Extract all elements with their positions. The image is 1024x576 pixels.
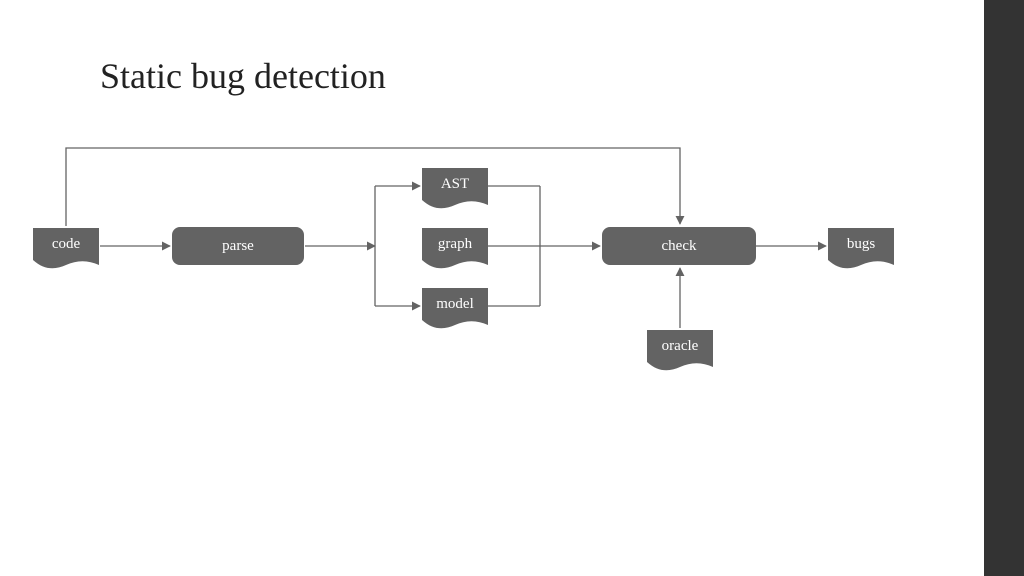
node-code-label: code — [52, 236, 80, 253]
node-bugs-label: bugs — [847, 236, 875, 253]
node-check-label: check — [662, 238, 697, 255]
node-code: code — [33, 228, 99, 270]
node-model: model — [422, 288, 488, 330]
node-oracle: oracle — [647, 330, 713, 372]
node-graph: graph — [422, 228, 488, 270]
node-model-label: model — [436, 296, 474, 313]
node-bugs: bugs — [828, 228, 894, 270]
node-oracle-label: oracle — [662, 338, 699, 355]
node-check: check — [602, 227, 756, 265]
node-ast: AST — [422, 168, 488, 210]
slide-title: Static bug detection — [100, 55, 386, 97]
node-graph-label: graph — [438, 236, 472, 253]
node-parse-label: parse — [222, 238, 254, 255]
node-ast-label: AST — [441, 176, 469, 193]
node-parse: parse — [172, 227, 304, 265]
slide-sidebar — [984, 0, 1024, 576]
